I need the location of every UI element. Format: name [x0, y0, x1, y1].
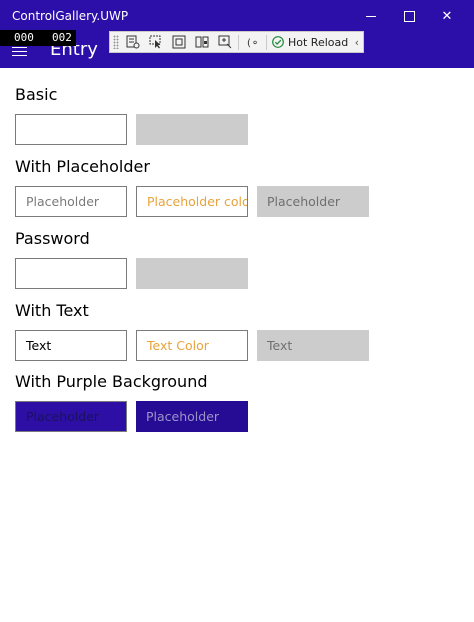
toolbar-separator: [266, 34, 267, 50]
binding-failures-icon: [218, 35, 231, 49]
display-layout-adorners-icon: [172, 35, 185, 49]
track-focus-icon: [195, 36, 208, 48]
purple-entry[interactable]: Placeholder: [15, 401, 127, 432]
section-label-with-text: With Text: [15, 301, 89, 320]
section-label-password: Password: [15, 229, 90, 248]
live-visual-tree-icon: [126, 35, 139, 49]
text-color-entry[interactable]: Text Color: [136, 330, 248, 361]
select-element-icon: [149, 35, 160, 49]
placeholder-entry-disabled: Placeholder: [257, 186, 369, 217]
toolbar-separator: [238, 34, 239, 50]
maximize-button[interactable]: [394, 6, 424, 26]
xaml-binding-icon: (⚬): [247, 38, 260, 49]
password-entry[interactable]: [15, 258, 127, 289]
counter-left: 000: [14, 31, 34, 44]
basic-entry-disabled: [136, 114, 248, 145]
purple-entry-disabled: Placeholder: [136, 401, 248, 432]
section-label-with-placeholder: With Placeholder: [15, 157, 150, 176]
close-icon: ✕: [441, 8, 453, 24]
toolbar-grip-icon[interactable]: [113, 35, 119, 49]
counter-right: 002: [52, 31, 72, 44]
frame-rate-counter: 000 002: [0, 30, 76, 46]
close-button[interactable]: ✕: [432, 6, 462, 26]
minimize-button[interactable]: [356, 6, 386, 26]
track-focus-button[interactable]: [190, 33, 213, 51]
placeholder-entry[interactable]: Placeholder: [15, 186, 127, 217]
password-entry-disabled: [136, 258, 248, 289]
svg-text:(⚬): (⚬): [247, 38, 260, 49]
collapse-toolbar-icon[interactable]: ‹: [355, 36, 359, 49]
hamburger-menu-icon[interactable]: [12, 47, 27, 57]
window-title: ControlGallery.UWP: [12, 9, 129, 23]
text-entry[interactable]: Text: [15, 330, 127, 361]
live-visual-tree-button[interactable]: [121, 33, 144, 51]
xaml-binding-button[interactable]: (⚬): [241, 33, 264, 51]
binding-failures-button[interactable]: [213, 33, 236, 51]
section-label-with-purple-background: With Purple Background: [15, 372, 208, 391]
hot-reload-button[interactable]: Hot Reload: [269, 33, 351, 51]
title-bar: ControlGallery.UWP ✕ Entry 000 002 (⚬ Ho…: [0, 0, 474, 68]
basic-entry[interactable]: [15, 114, 127, 145]
xaml-debug-toolbar: (⚬) Hot Reload ‹: [109, 31, 364, 53]
placeholder-color-entry[interactable]: Placeholder colo: [136, 186, 248, 217]
section-label-basic: Basic: [15, 85, 58, 104]
display-layout-adorners-button[interactable]: [167, 33, 190, 51]
minimize-icon: [366, 15, 376, 17]
maximize-icon: [403, 10, 415, 22]
hot-reload-check-icon: [272, 36, 284, 48]
select-element-button[interactable]: [144, 33, 167, 51]
text-entry-disabled: Text: [257, 330, 369, 361]
hot-reload-label: Hot Reload: [288, 35, 349, 49]
